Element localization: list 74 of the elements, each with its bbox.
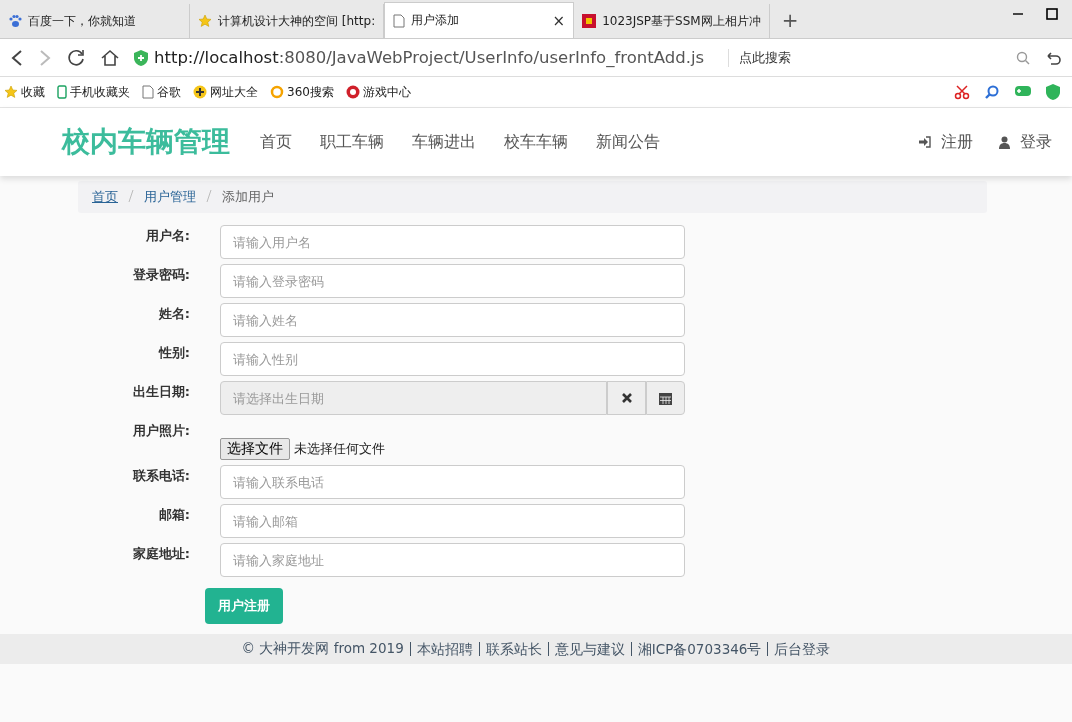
footer-link[interactable]: 意见与建议: [547, 642, 625, 656]
breadcrumb-link[interactable]: 首页: [92, 188, 118, 206]
copyright-text: © 大神开发网 from 2019: [241, 640, 404, 658]
paw-icon: [8, 14, 22, 28]
nav-link[interactable]: 首页: [246, 131, 306, 153]
browser-tab[interactable]: 用户添加 ×: [384, 2, 575, 38]
field-label: 出生日期:: [131, 383, 190, 401]
home-icon[interactable]: [100, 47, 120, 68]
sign-in-icon: [918, 136, 931, 148]
page-icon: [393, 13, 406, 28]
breadcrumb-separator-icon: [128, 189, 134, 202]
phone-icon: [57, 85, 67, 99]
scissors-icon[interactable]: [954, 84, 970, 100]
choose-file-button[interactable]: 选择文件: [220, 438, 290, 460]
field-label: 联系电话:: [131, 467, 190, 485]
field-label: 用户照片:: [131, 422, 190, 440]
new-tab-button[interactable]: +: [769, 8, 811, 38]
input-field[interactable]: 请输入用户名: [220, 225, 685, 259]
field-label: 邮箱:: [157, 506, 190, 524]
gamepad-icon[interactable]: [1014, 84, 1032, 98]
nav-link[interactable]: 职工车辆: [306, 131, 398, 153]
input-field[interactable]: 请输入家庭地址: [220, 543, 685, 577]
bookmark-link[interactable]: 手机收藏夹: [70, 83, 130, 101]
input-field[interactable]: 请输入联系电话: [220, 465, 685, 499]
nav-link[interactable]: 登录: [999, 131, 1052, 153]
field-label: 家庭地址:: [131, 545, 190, 563]
bookmark-link[interactable]: 收藏: [21, 83, 45, 101]
shield-icon[interactable]: [1046, 84, 1060, 100]
nav-link[interactable]: 校车车辆: [490, 131, 582, 153]
nav-link[interactable]: 车辆进出: [398, 131, 490, 153]
star-icon: [198, 14, 212, 28]
nav-link[interactable]: 注册: [918, 131, 973, 153]
search-field[interactable]: 点此搜索: [728, 48, 1030, 67]
page-icon: [142, 85, 154, 99]
breadcrumb-current: 添加用户: [222, 188, 274, 206]
breadcrumb-separator-icon: [206, 189, 212, 202]
clear-icon[interactable]: [620, 392, 633, 404]
close-tab-button[interactable]: ×: [552, 11, 566, 30]
browser-tab[interactable]: 百度一下，你就知道: [0, 4, 190, 38]
ring-icon: [270, 85, 284, 99]
bookmark-link[interactable]: 网址大全: [210, 83, 258, 101]
calendar-button[interactable]: [646, 381, 685, 415]
field-label: 姓名:: [157, 305, 190, 323]
search-icon[interactable]: [1016, 50, 1030, 65]
input-field[interactable]: 请输入性别: [220, 342, 685, 376]
date-field[interactable]: 请选择出生日期: [220, 381, 607, 415]
shield-icon: [134, 49, 148, 66]
footer-link[interactable]: 本站招聘: [409, 642, 473, 656]
file-status: 未选择任何文件: [294, 440, 385, 458]
footer-link[interactable]: 联系站长: [478, 642, 542, 656]
input-field[interactable]: 请输入邮箱: [220, 504, 685, 538]
back-icon[interactable]: [10, 48, 24, 67]
bookmark-link[interactable]: 游戏中心: [362, 83, 411, 101]
bookmark-link[interactable]: 谷歌: [157, 83, 181, 101]
browser-tab[interactable]: 1023JSP基于SSM网上相片冲: [574, 4, 770, 38]
footer-link[interactable]: 湘ICP备0703346号: [630, 642, 762, 656]
clear-date-button[interactable]: [607, 381, 646, 415]
calendar-icon[interactable]: [659, 391, 672, 405]
input-field[interactable]: 请输入登录密码: [220, 264, 685, 298]
favicon-icon: [582, 14, 597, 28]
user-icon: [999, 135, 1010, 149]
plus-circle-icon: [193, 85, 207, 99]
field-label: 登录密码:: [131, 266, 190, 284]
maximize-icon[interactable]: [1046, 8, 1058, 20]
reload-icon[interactable]: [66, 47, 86, 68]
bookmark-link[interactable]: 360搜索: [287, 83, 334, 101]
nav-link[interactable]: 新闻公告: [582, 131, 674, 153]
input-field[interactable]: 请输入姓名: [220, 303, 685, 337]
breadcrumb-link[interactable]: 用户管理: [144, 188, 196, 206]
search-icon[interactable]: [984, 84, 1000, 100]
star-icon: [4, 85, 18, 99]
footer-link[interactable]: 后台登录: [767, 642, 831, 656]
field-label: 性别:: [157, 344, 190, 362]
field-label: 用户名:: [144, 227, 190, 245]
